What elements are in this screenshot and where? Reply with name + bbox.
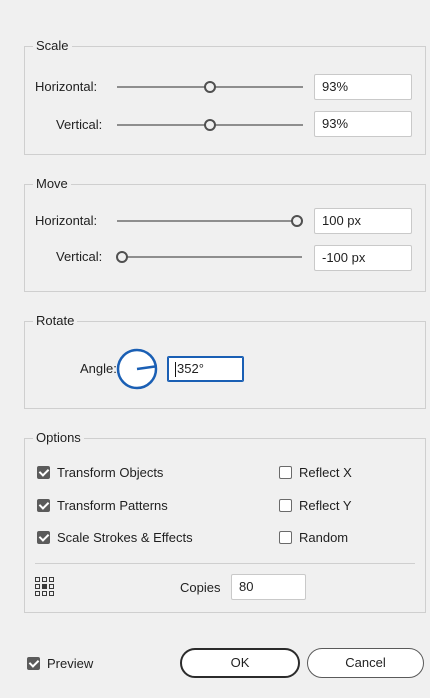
reflect-y-box[interactable]	[279, 499, 292, 512]
scale-vertical-slider[interactable]	[117, 117, 303, 133]
reflect-x-box[interactable]	[279, 466, 292, 479]
scale-strokes-label: Scale Strokes & Effects	[57, 530, 193, 545]
scale-strokes-checkbox[interactable]: Scale Strokes & Effects	[37, 530, 193, 546]
reflect-x-checkbox[interactable]: Reflect X	[279, 465, 352, 481]
move-legend: Move	[33, 176, 71, 192]
scale-vertical-input[interactable]: 93%	[314, 111, 412, 137]
random-box[interactable]	[279, 531, 292, 544]
options-panel: Options Transform Objects Transform Patt…	[24, 430, 426, 613]
scale-horizontal-thumb[interactable]	[204, 81, 216, 93]
move-horizontal-thumb[interactable]	[291, 215, 303, 227]
reflect-y-checkbox[interactable]: Reflect Y	[279, 498, 352, 514]
scale-horizontal-input[interactable]: 93%	[314, 74, 412, 100]
transform-objects-label: Transform Objects	[57, 465, 164, 480]
random-label: Random	[299, 530, 349, 545]
reference-point-grid-icon[interactable]	[35, 577, 55, 597]
scale-panel: Scale Horizontal: 93% Vertical: 93%	[24, 38, 426, 155]
angle-label: Angle:	[80, 361, 117, 376]
reflect-y-label: Reflect Y	[299, 498, 352, 513]
transform-objects-box[interactable]	[37, 466, 50, 479]
scale-horizontal-label: Horizontal:	[35, 79, 98, 94]
rotate-legend: Rotate	[33, 313, 78, 329]
text-caret	[175, 362, 176, 378]
move-horizontal-track	[117, 220, 297, 222]
scale-horizontal-slider[interactable]	[117, 79, 303, 95]
scale-vertical-label: Vertical:	[56, 117, 103, 132]
random-checkbox[interactable]: Random	[279, 530, 348, 546]
options-legend: Options	[33, 430, 84, 446]
cancel-button[interactable]: Cancel	[307, 648, 424, 678]
move-horizontal-slider[interactable]	[117, 213, 303, 229]
scale-legend: Scale	[33, 38, 72, 54]
ok-button[interactable]: OK	[180, 648, 300, 678]
move-horizontal-input[interactable]: 100 px	[314, 208, 412, 234]
copies-label: Copies	[180, 580, 221, 595]
move-horizontal-label: Horizontal:	[35, 213, 98, 228]
transform-patterns-checkbox[interactable]: Transform Patterns	[37, 498, 168, 514]
preview-box[interactable]	[27, 657, 40, 670]
scale-vertical-thumb[interactable]	[204, 119, 216, 131]
reflect-x-label: Reflect X	[299, 465, 352, 480]
transform-patterns-label: Transform Patterns	[57, 498, 168, 513]
move-vertical-slider[interactable]	[116, 249, 302, 265]
transform-patterns-box[interactable]	[37, 499, 50, 512]
copies-input[interactable]: 80	[231, 574, 306, 600]
move-vertical-track	[122, 256, 302, 258]
angle-value: 352°	[177, 361, 204, 376]
options-divider	[35, 563, 415, 564]
rotate-panel: Rotate Angle: 352°	[24, 313, 426, 409]
preview-label: Preview	[47, 656, 94, 671]
move-vertical-input[interactable]: -100 px	[314, 245, 412, 271]
transform-objects-checkbox[interactable]: Transform Objects	[37, 465, 163, 481]
move-vertical-thumb[interactable]	[116, 251, 128, 263]
preview-checkbox[interactable]: Preview	[27, 656, 93, 672]
angle-input[interactable]: 352°	[167, 356, 244, 382]
scale-strokes-box[interactable]	[37, 531, 50, 544]
move-vertical-label: Vertical:	[56, 249, 103, 264]
angle-dial[interactable]	[115, 347, 159, 391]
move-panel: Move Horizontal: 100 px Vertical: -100 p…	[24, 176, 426, 292]
